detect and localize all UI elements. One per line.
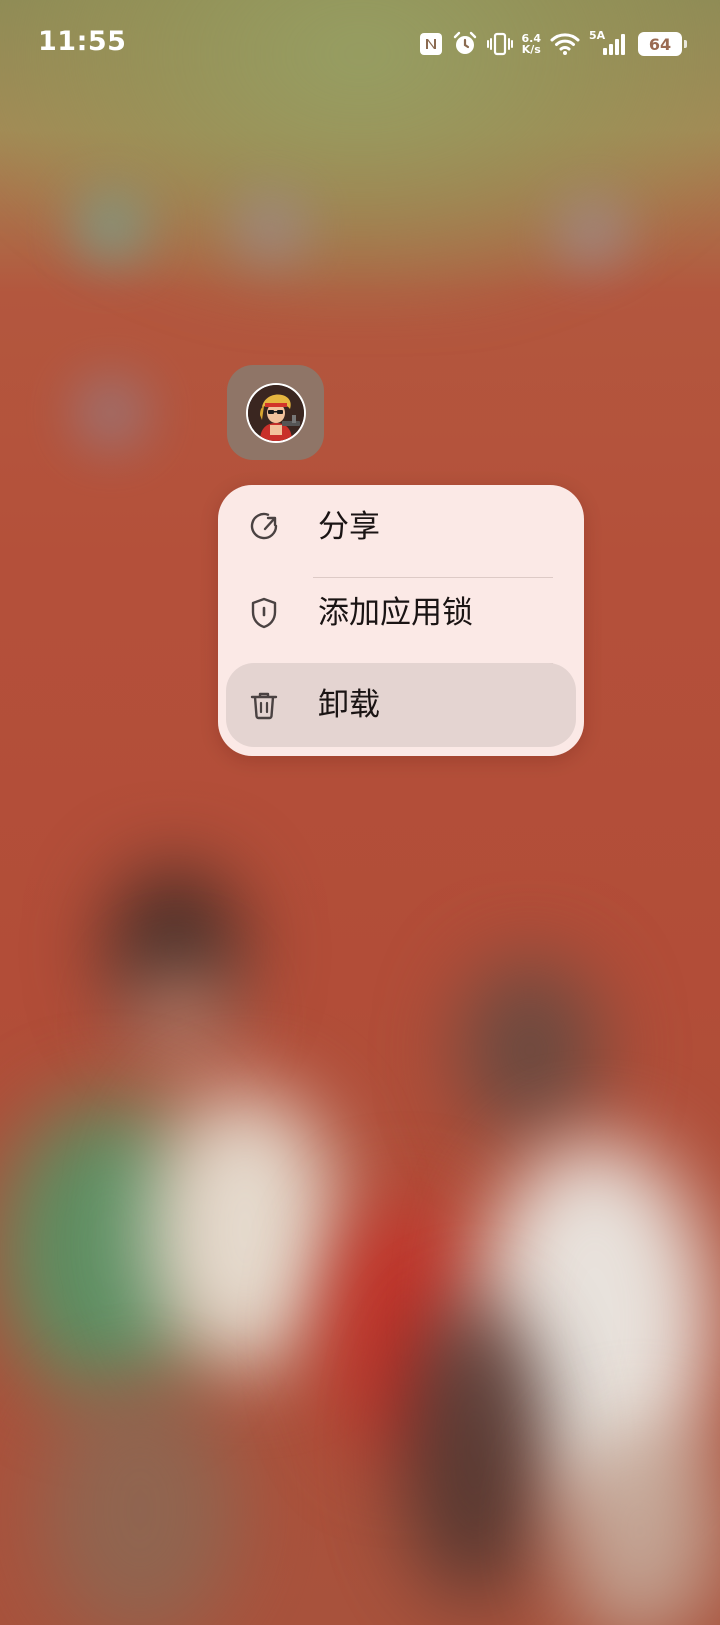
menu-item-app-lock[interactable]: 添加应用锁 — [226, 571, 576, 655]
menu-item-label: 卸载 — [318, 687, 380, 723]
menu-item-label: 添加应用锁 — [318, 595, 473, 631]
share-icon — [246, 509, 282, 545]
signal-icon: 5A — [589, 29, 629, 57]
wallpaper — [0, 0, 720, 1625]
menu-item-share[interactable]: 分享 — [226, 485, 576, 569]
status-icons: 6.4 K/s 5A 64 — [419, 28, 687, 60]
wifi-icon — [550, 32, 580, 56]
app-icon-frame[interactable] — [227, 365, 324, 460]
menu-item-label: 分享 — [318, 509, 380, 545]
game-character-icon — [247, 384, 304, 441]
home-screen: 11:55 6.4 K/s 5A 64 分享 添加应用锁 卸载 — [0, 0, 720, 1625]
battery-level: 64 — [648, 34, 672, 54]
shield-icon — [246, 595, 282, 631]
net-speed: 6.4 K/s — [522, 33, 542, 55]
status-bar: 11:55 6.4 K/s 5A 64 — [0, 0, 720, 88]
alarm-icon — [452, 31, 478, 57]
vibrate-icon — [486, 31, 513, 57]
status-time: 11:55 — [38, 26, 127, 57]
trash-icon — [246, 687, 282, 723]
app-icon[interactable] — [245, 382, 306, 443]
app-context-menu: 分享 添加应用锁 卸载 — [218, 485, 584, 756]
menu-item-uninstall[interactable]: 卸载 — [226, 663, 576, 747]
nfc-icon — [419, 32, 443, 56]
battery-indicator: 64 — [638, 32, 687, 56]
net-speed-unit: K/s — [521, 43, 541, 56]
